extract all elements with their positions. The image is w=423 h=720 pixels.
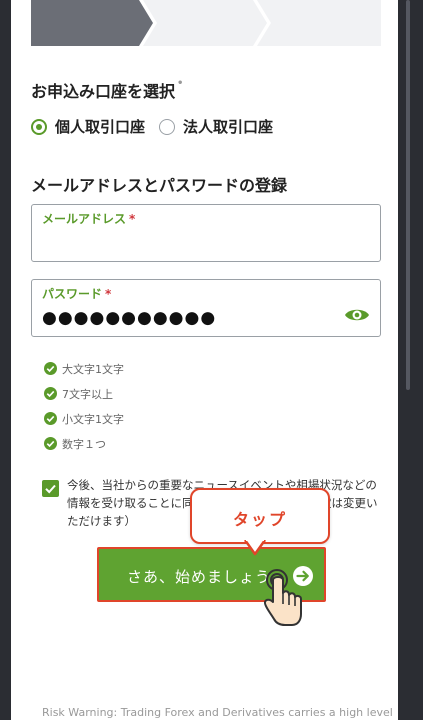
check-circle-icon: [44, 387, 57, 400]
step-3: [257, 0, 381, 46]
check-circle-icon: [44, 437, 57, 450]
password-rules: 大文字1文字 7文字以上 小文字1文字 数字１つ: [44, 356, 124, 456]
radio-individual-account[interactable]: 個人取引口座: [31, 116, 145, 137]
scrollbar[interactable]: [406, 0, 410, 390]
consent-checkbox[interactable]: [42, 480, 59, 497]
email-required-mark: *: [129, 212, 136, 226]
step-2: [143, 0, 267, 46]
password-rule-text: 7文字以上: [62, 387, 113, 401]
radio-selected-indicator[interactable]: [31, 118, 47, 135]
tap-tooltip: タップ: [190, 488, 330, 544]
check-icon: [45, 484, 56, 494]
required-mark: •: [177, 78, 184, 89]
account-type-radio-group: 個人取引口座 法人取引口座: [31, 116, 287, 137]
password-rule-text: 大文字1文字: [62, 362, 124, 376]
password-rule-item: 数字１つ: [44, 431, 124, 456]
risk-warning: Risk Warning: Trading Forex and Derivati…: [42, 706, 393, 719]
password-rule-text: 数字１つ: [62, 437, 106, 451]
check-circle-icon: [44, 362, 57, 375]
progress-stepper: [31, 0, 381, 46]
tap-tooltip-text: タップ: [232, 510, 287, 529]
password-rule-item: 小文字1文字: [44, 406, 124, 431]
check-circle-icon: [44, 412, 57, 425]
password-label: パスワード *: [42, 285, 111, 302]
radio-unselected-indicator[interactable]: [159, 118, 176, 135]
password-label-text: パスワード: [42, 287, 103, 301]
password-field[interactable]: パスワード * ●●●●●●●●●●●: [31, 279, 381, 337]
password-rule-item: 大文字1文字: [44, 356, 124, 381]
email-label: メールアドレス *: [42, 210, 135, 227]
tap-hand-icon: [263, 569, 302, 626]
radio-corporate-account[interactable]: 法人取引口座: [159, 116, 273, 137]
account-section-title: お申込み口座を選択 •: [31, 78, 183, 102]
radio-individual-label: 個人取引口座: [55, 118, 146, 136]
eye-icon[interactable]: [344, 306, 370, 324]
radio-corporate-label: 法人取引口座: [183, 118, 274, 136]
account-section-title-text: お申込み口座を選択: [31, 82, 176, 101]
email-field[interactable]: メールアドレス *: [31, 204, 381, 262]
password-rule-text: 小文字1文字: [62, 412, 124, 426]
step-1: [31, 0, 153, 46]
tooltip-tail: [243, 540, 267, 556]
password-value[interactable]: ●●●●●●●●●●●: [42, 308, 216, 328]
credentials-section-title: メールアドレスとパスワードの登録: [31, 176, 288, 195]
email-label-text: メールアドレス: [42, 212, 127, 226]
password-required-mark: *: [105, 287, 112, 301]
get-started-label: さあ、始めましょう: [127, 568, 272, 586]
password-rule-item: 7文字以上: [44, 381, 124, 406]
